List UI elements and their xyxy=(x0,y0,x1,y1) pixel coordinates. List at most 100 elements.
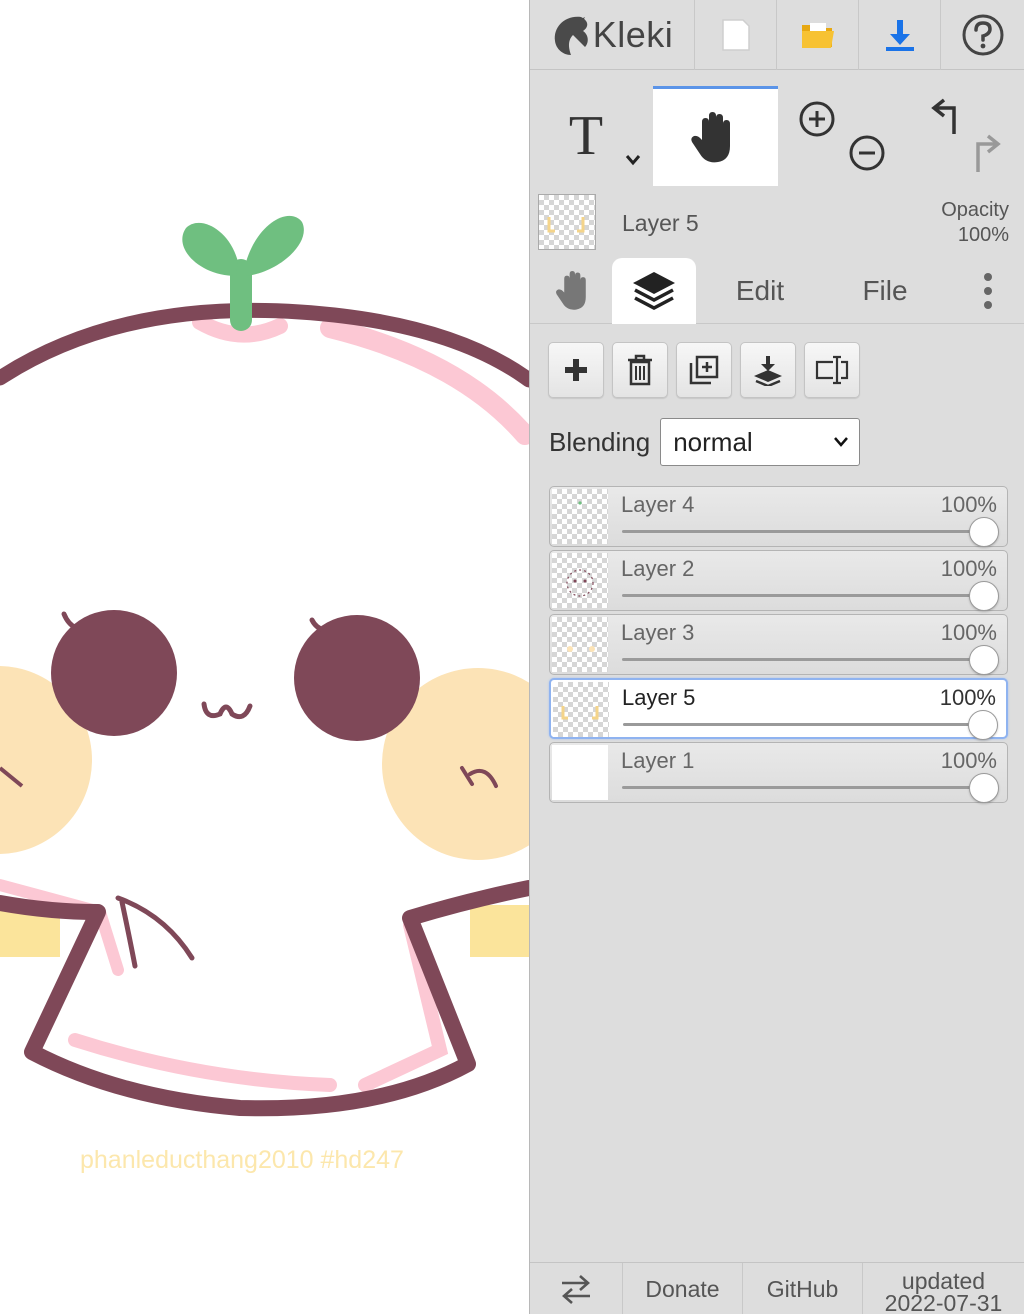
tab-edit[interactable]: Edit xyxy=(710,258,810,324)
layer-opacity: 100% xyxy=(939,685,996,710)
layers-icon xyxy=(633,272,675,310)
opacity-slider-track[interactable] xyxy=(623,723,984,726)
undo-redo-icons xyxy=(930,98,1001,172)
undo-icon[interactable] xyxy=(930,98,956,134)
app-name: Kleki xyxy=(592,14,674,55)
text-tool-button[interactable]: T xyxy=(530,86,652,186)
new-image-button[interactable] xyxy=(695,0,777,70)
layer-opacity: 100% xyxy=(940,620,997,645)
download-button[interactable] xyxy=(859,0,941,70)
open-file-button[interactable] xyxy=(777,0,859,70)
layer-name: Layer 2 xyxy=(621,556,695,581)
layer-row[interactable]: Layer 3 100% xyxy=(549,614,1008,675)
opacity-label: Opacity xyxy=(941,199,1009,221)
blending-row: Blending normal xyxy=(549,418,861,466)
layer-name: Layer 4 xyxy=(621,492,695,517)
opacity-slider-handle[interactable] xyxy=(968,710,998,740)
tab-hand[interactable] xyxy=(540,258,610,324)
side-panel: Kleki T Layer 5 Opacity 100% Edit File B… xyxy=(529,0,1024,1314)
updated-label: updated xyxy=(901,1268,986,1294)
hand-icon xyxy=(556,271,586,310)
layer-opacity: 100% xyxy=(940,748,997,773)
zoom-out-icon[interactable] xyxy=(849,135,885,171)
duplicate-layer-button[interactable] xyxy=(676,342,732,398)
top-bar: Kleki xyxy=(530,0,1024,70)
blending-label: Blending xyxy=(549,426,651,457)
opacity-slider-track[interactable] xyxy=(622,594,985,597)
current-layer-preview xyxy=(547,217,585,233)
add-layer-button[interactable] xyxy=(548,342,604,398)
current-layer-thumbnail xyxy=(538,194,596,250)
layer-thumbnail xyxy=(552,745,608,800)
opacity-slider-handle[interactable] xyxy=(969,773,999,803)
swap-side-button[interactable] xyxy=(530,1263,623,1314)
updated-info[interactable]: updated 2022-07-31 xyxy=(863,1263,1024,1314)
eye-left xyxy=(51,610,177,736)
drawing-canvas[interactable]: phanleducthang2010 #hd247 xyxy=(0,0,529,1314)
layer-thumbnail xyxy=(552,617,608,672)
opacity-slider-handle[interactable] xyxy=(969,581,999,611)
layer-row-active[interactable]: Layer 5 100% xyxy=(549,678,1008,740)
chevron-down-icon xyxy=(834,437,849,447)
open-folder-icon xyxy=(801,23,834,48)
mouth xyxy=(201,701,253,720)
rename-layer-button[interactable] xyxy=(804,342,860,398)
layer-thumbnail xyxy=(553,682,609,737)
layer-name: Layer 5 xyxy=(622,685,696,710)
kleki-logo[interactable]: Kleki xyxy=(530,0,695,70)
footer: Donate GitHub updated 2022-07-31 xyxy=(530,1262,1024,1314)
layer-thumbnail xyxy=(552,489,608,544)
layer-row[interactable]: Layer 2 100% xyxy=(549,550,1008,611)
eyelash-right xyxy=(309,617,327,633)
hand-icon xyxy=(690,111,730,162)
text-tool-glyph: T xyxy=(568,105,604,167)
opacity-slider-handle[interactable] xyxy=(969,517,999,547)
tab-more[interactable] xyxy=(960,258,1015,324)
current-layer-opacity: Opacity 100% xyxy=(941,198,1009,248)
watermark-text: phanleducthang2010 #hd247 xyxy=(80,1146,404,1174)
canvas-artwork xyxy=(0,215,529,1117)
panel-tabs: Edit File xyxy=(530,258,1024,324)
layer-actions xyxy=(548,342,860,398)
layer-thumbnail xyxy=(552,553,608,608)
tab-file[interactable]: File xyxy=(835,258,935,324)
updated-date: 2022-07-31 xyxy=(884,1290,1003,1314)
github-link[interactable]: GitHub xyxy=(743,1263,863,1314)
help-button[interactable] xyxy=(941,0,1024,70)
download-icon xyxy=(885,20,914,51)
layer-row[interactable]: Layer 4 100% xyxy=(549,486,1008,547)
opacity-slider-track[interactable] xyxy=(622,786,985,789)
tab-layers[interactable] xyxy=(612,258,696,324)
plus-icon xyxy=(565,359,587,381)
eye-right xyxy=(294,615,420,741)
donate-link[interactable]: Donate xyxy=(623,1263,743,1314)
chevron-down-icon[interactable] xyxy=(625,154,641,166)
undo-redo-controls xyxy=(902,86,1024,186)
redo-icon[interactable] xyxy=(975,134,1001,172)
rename-icon xyxy=(815,355,849,385)
more-icon xyxy=(983,273,992,309)
help-icon xyxy=(962,14,1004,56)
layer-opacity: 100% xyxy=(940,556,997,581)
head-highlight-right xyxy=(320,318,529,445)
delete-layer-button[interactable] xyxy=(612,342,668,398)
blending-select[interactable]: normal xyxy=(660,418,861,466)
sprout-leaf-left xyxy=(182,222,238,276)
opacity-slider-handle[interactable] xyxy=(969,645,999,675)
opacity-slider-track[interactable] xyxy=(622,658,985,661)
hand-tool-button[interactable] xyxy=(653,86,778,186)
zoom-icons xyxy=(799,101,885,171)
layer-row[interactable]: Layer 1 100% xyxy=(549,742,1008,803)
zoom-in-icon[interactable] xyxy=(799,101,835,137)
opacity-value: 100% xyxy=(957,224,1009,246)
sprout-leaf-right xyxy=(246,215,304,276)
current-layer-name: Layer 5 xyxy=(622,210,699,236)
kleki-logo-icon xyxy=(554,16,588,55)
zoom-controls xyxy=(780,86,900,186)
merge-down-button[interactable] xyxy=(740,342,796,398)
opacity-slider-track[interactable] xyxy=(622,530,985,533)
duplicate-icon xyxy=(689,355,719,385)
layer-name: Layer 1 xyxy=(621,748,695,773)
layer-name: Layer 3 xyxy=(621,620,695,645)
eyelash-left xyxy=(61,611,79,631)
